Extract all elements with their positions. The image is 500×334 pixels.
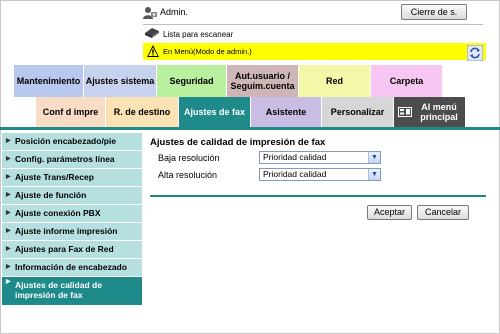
tab-asistente[interactable]: Asistente (251, 97, 322, 127)
sidebar-item-posicion-encabezado[interactable]: Posición encabezado/pie (2, 133, 142, 150)
tab-mantenimiento[interactable]: Mantenimiento (14, 65, 84, 97)
warning-icon (147, 45, 159, 57)
sidebar-item-info-encabezado[interactable]: Información de encabezado (2, 259, 142, 276)
sidebar-item-ajuste-funcion[interactable]: Ajuste de función (2, 187, 142, 204)
refresh-icon[interactable] (467, 45, 483, 61)
admin-mode-text: En Menú(Modo de admin.) (163, 47, 252, 56)
sidebar-item-conexion-pbx[interactable]: Ajuste conexión PBX (2, 205, 142, 222)
tab-carpeta[interactable]: Carpeta (371, 65, 443, 97)
header-divider (143, 24, 483, 25)
tab-conf-impre[interactable]: Conf d impre (36, 97, 106, 127)
tab-underline (0, 127, 500, 130)
admin-user-icon (143, 7, 157, 19)
main-menu-icon (398, 107, 412, 117)
tab-seguridad[interactable]: Seguridad (157, 65, 227, 97)
tab-r-destino[interactable]: R. de destino (106, 97, 179, 127)
page-title: Ajustes de calidad de impresión de fax (150, 137, 326, 148)
baja-resolucion-select[interactable]: Prioridad calidad ▼ (259, 151, 381, 164)
chevron-down-icon: ▼ (368, 169, 380, 180)
tab-ajustes-fax[interactable]: Ajustes de fax (179, 97, 251, 127)
sidebar-item-config-parametros[interactable]: Config. parámetros línea (2, 151, 142, 168)
content-divider (150, 195, 486, 197)
alta-resolucion-select[interactable]: Prioridad calidad ▼ (259, 168, 381, 181)
logout-button[interactable]: Cierre de s. (401, 4, 467, 20)
alta-resolucion-label: Alta resolución (158, 170, 218, 180)
sidebar-item-calidad-impresion[interactable]: Ajustes de calidad de impresión de fax (2, 277, 142, 305)
tab-menu-principal[interactable]: Al menú principal (394, 97, 466, 127)
tab-red[interactable]: Red (299, 65, 371, 97)
accept-button[interactable]: Aceptar (367, 205, 412, 220)
baja-resolucion-label: Baja resolución (158, 153, 220, 163)
machine-status-text: Lista para escanear (163, 30, 234, 39)
chevron-down-icon: ▼ (368, 152, 380, 163)
cancel-button[interactable]: Cancelar (417, 205, 469, 220)
tab-personalizar[interactable]: Personalizar (322, 97, 394, 127)
tab-aut-usuario[interactable]: Aut.usuario / Seguim.cuenta (227, 65, 299, 97)
tab-ajustes-sistema[interactable]: Ajustes sistema (84, 65, 157, 97)
scanner-status-icon (145, 28, 159, 38)
sidebar-item-informe-impresion[interactable]: Ajuste informe impresión (2, 223, 142, 240)
user-label: Admin. (160, 7, 189, 17)
sidebar-item-fax-de-red[interactable]: Ajustes para Fax de Red (2, 241, 142, 258)
sidebar-item-trans-recep[interactable]: Ajuste Trans/Recep (2, 169, 142, 186)
